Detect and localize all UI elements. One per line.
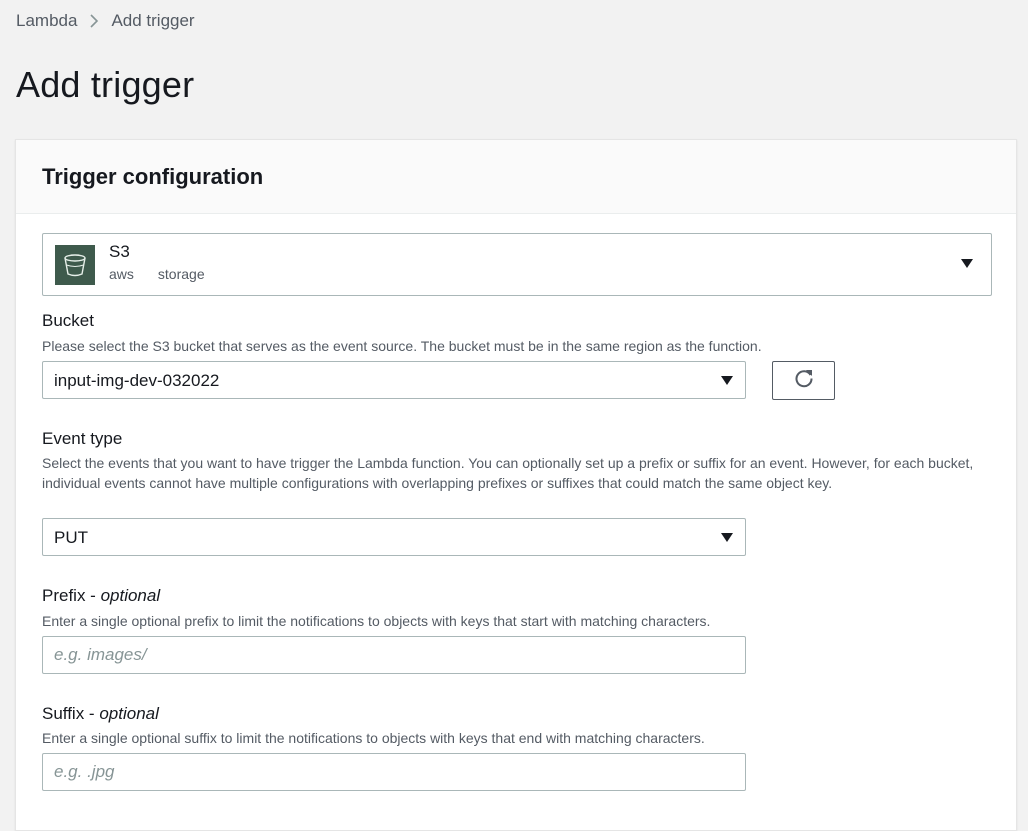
breadcrumb-lambda-link[interactable]: Lambda — [16, 11, 77, 31]
caret-down-icon — [721, 376, 733, 385]
suffix-input[interactable] — [42, 753, 746, 791]
refresh-buckets-button[interactable] — [772, 361, 835, 400]
caret-down-icon — [721, 533, 733, 542]
event-type-label: Event type — [42, 429, 123, 448]
s3-bucket-icon — [55, 245, 95, 285]
page-title: Add trigger — [16, 64, 195, 105]
bucket-description: Please select the S3 bucket that serves … — [42, 338, 762, 354]
breadcrumb: Lambda Add trigger — [16, 10, 195, 32]
bucket-select[interactable]: input-img-dev-032022 — [42, 361, 746, 399]
trigger-name: S3 — [109, 242, 130, 261]
prefix-label: Prefix - optional — [42, 586, 160, 606]
prefix-input[interactable] — [42, 636, 746, 674]
prefix-label-text: Prefix - — [42, 586, 101, 605]
chevron-right-icon — [89, 13, 99, 29]
prefix-description: Enter a single optional prefix to limit … — [42, 613, 711, 629]
refresh-icon — [793, 367, 815, 394]
suffix-label: Suffix - optional — [42, 704, 159, 724]
caret-down-icon — [961, 259, 973, 268]
bucket-select-value: input-img-dev-032022 — [54, 371, 220, 390]
panel-title: Trigger configuration — [42, 163, 264, 189]
bucket-label: Bucket — [42, 311, 94, 330]
prefix-optional-text: optional — [100, 586, 161, 605]
trigger-tags: aws storage — [109, 266, 205, 282]
breadcrumb-current: Add trigger — [111, 11, 195, 30]
trigger-tag-aws: aws — [109, 266, 134, 282]
trigger-configuration-panel: Trigger configuration S3 aws storage Buck… — [15, 139, 1017, 831]
trigger-tag-storage: storage — [157, 266, 205, 282]
event-type-description: Select the events that you want to have … — [42, 455, 974, 491]
trigger-source-select[interactable]: S3 aws storage — [42, 233, 992, 296]
event-type-select-value: PUT — [54, 528, 88, 547]
suffix-label-text: Suffix - — [42, 704, 100, 723]
suffix-description: Enter a single optional suffix to limit … — [42, 730, 705, 746]
event-type-select[interactable]: PUT — [42, 518, 746, 556]
panel-header: Trigger configuration — [16, 140, 1016, 214]
suffix-optional-text: optional — [99, 704, 159, 723]
